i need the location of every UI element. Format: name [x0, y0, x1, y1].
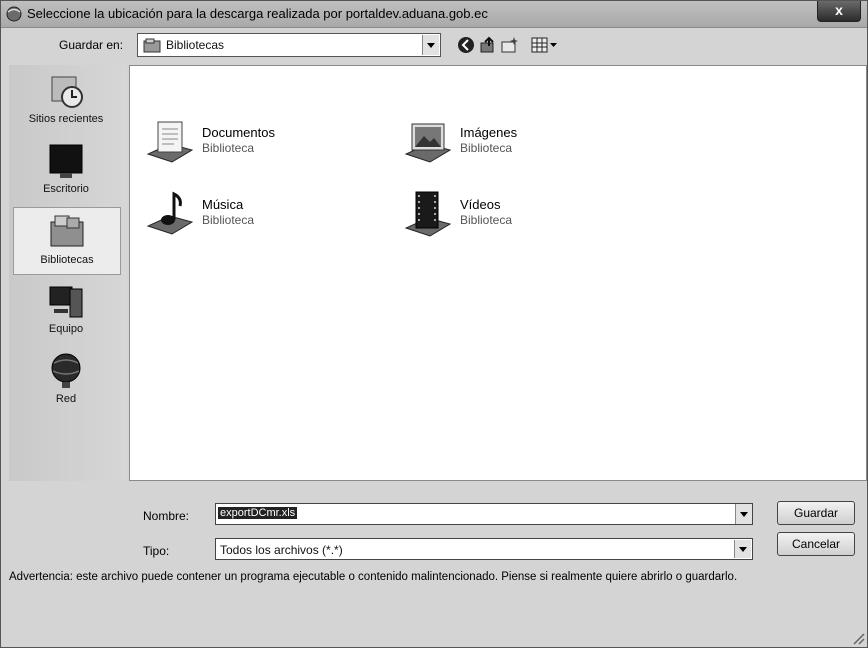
network-icon [51, 353, 81, 388]
file-type: Biblioteca [202, 141, 255, 155]
places-bar: Sitios recientes Escritorio Bibliotecas [9, 65, 127, 481]
cancel-button[interactable]: Cancelar [777, 532, 855, 556]
up-folder-icon[interactable] [479, 36, 497, 54]
place-label: Equipo [48, 323, 84, 335]
filename-history-dropdown[interactable] [734, 504, 752, 524]
save-in-label: Guardar en: [59, 38, 124, 52]
filename-value: exportDCmr.xls [218, 507, 298, 519]
place-label: Sitios recientes [28, 113, 104, 125]
file-type: Biblioteca [460, 213, 513, 227]
view-menu-icon[interactable] [531, 36, 559, 54]
browser-app-icon [6, 6, 22, 22]
list-item[interactable]: Vídeos Biblioteca [400, 190, 640, 240]
place-label: Escritorio [43, 183, 89, 195]
save-in-combobox[interactable]: Bibliotecas [137, 33, 441, 57]
videos-library-icon [404, 191, 452, 237]
close-button[interactable]: x [817, 1, 861, 22]
chevron-down-icon[interactable] [735, 504, 752, 524]
window-title: Seleccione la ubicación para la descarga… [27, 6, 488, 21]
pictures-library-icon [404, 123, 452, 163]
file-name: Vídeos [460, 197, 501, 212]
back-icon[interactable] [457, 36, 475, 54]
place-network[interactable]: Red [13, 347, 119, 413]
music-library-icon [146, 191, 194, 235]
place-label: Red [55, 393, 77, 405]
place-recent[interactable]: Sitios recientes [13, 67, 119, 133]
filename-label: Nombre: [143, 509, 190, 523]
file-name: Documentos [202, 125, 275, 140]
place-libraries[interactable]: Bibliotecas [13, 207, 121, 275]
filetype-combobox[interactable]: Todos los archivos (*.*) [215, 538, 753, 560]
libraries-icon [50, 215, 84, 247]
chevron-down-icon[interactable] [422, 35, 439, 55]
filetype-label: Tipo: [143, 544, 170, 558]
security-warning: Advertencia: este archivo puede contener… [9, 571, 738, 583]
resize-grip-icon[interactable] [851, 631, 865, 645]
file-type: Biblioteca [202, 213, 255, 227]
place-desktop[interactable]: Escritorio [13, 137, 119, 203]
list-item[interactable]: Música Biblioteca [142, 190, 382, 240]
filetype-value: Todos los archivos (*.*) [220, 543, 343, 557]
file-name: Música [202, 197, 244, 212]
libraries-icon [143, 38, 161, 53]
save-dialog: Seleccione la ubicación para la descarga… [0, 0, 868, 648]
file-name: Imágenes [460, 125, 518, 140]
documents-library-icon [146, 121, 194, 163]
file-list[interactable]: Documentos Biblioteca Imágenes Bibliotec… [129, 65, 867, 481]
chevron-down-icon[interactable] [734, 540, 751, 558]
title-bar[interactable]: Seleccione la ubicación para la descarga… [1, 1, 867, 28]
save-button[interactable]: Guardar [777, 501, 855, 525]
filename-field[interactable]: exportDCmr.xls [215, 503, 753, 525]
file-type: Biblioteca [460, 141, 513, 155]
list-item[interactable]: Documentos Biblioteca [142, 118, 382, 168]
recent-places-icon [51, 76, 83, 108]
place-label: Bibliotecas [40, 254, 94, 266]
save-in-value: Bibliotecas [166, 38, 225, 52]
list-item[interactable]: Imágenes Biblioteca [400, 118, 640, 168]
computer-icon [49, 286, 83, 318]
desktop-icon [49, 144, 83, 178]
new-folder-icon[interactable] [501, 36, 519, 54]
place-computer[interactable]: Equipo [13, 277, 119, 343]
